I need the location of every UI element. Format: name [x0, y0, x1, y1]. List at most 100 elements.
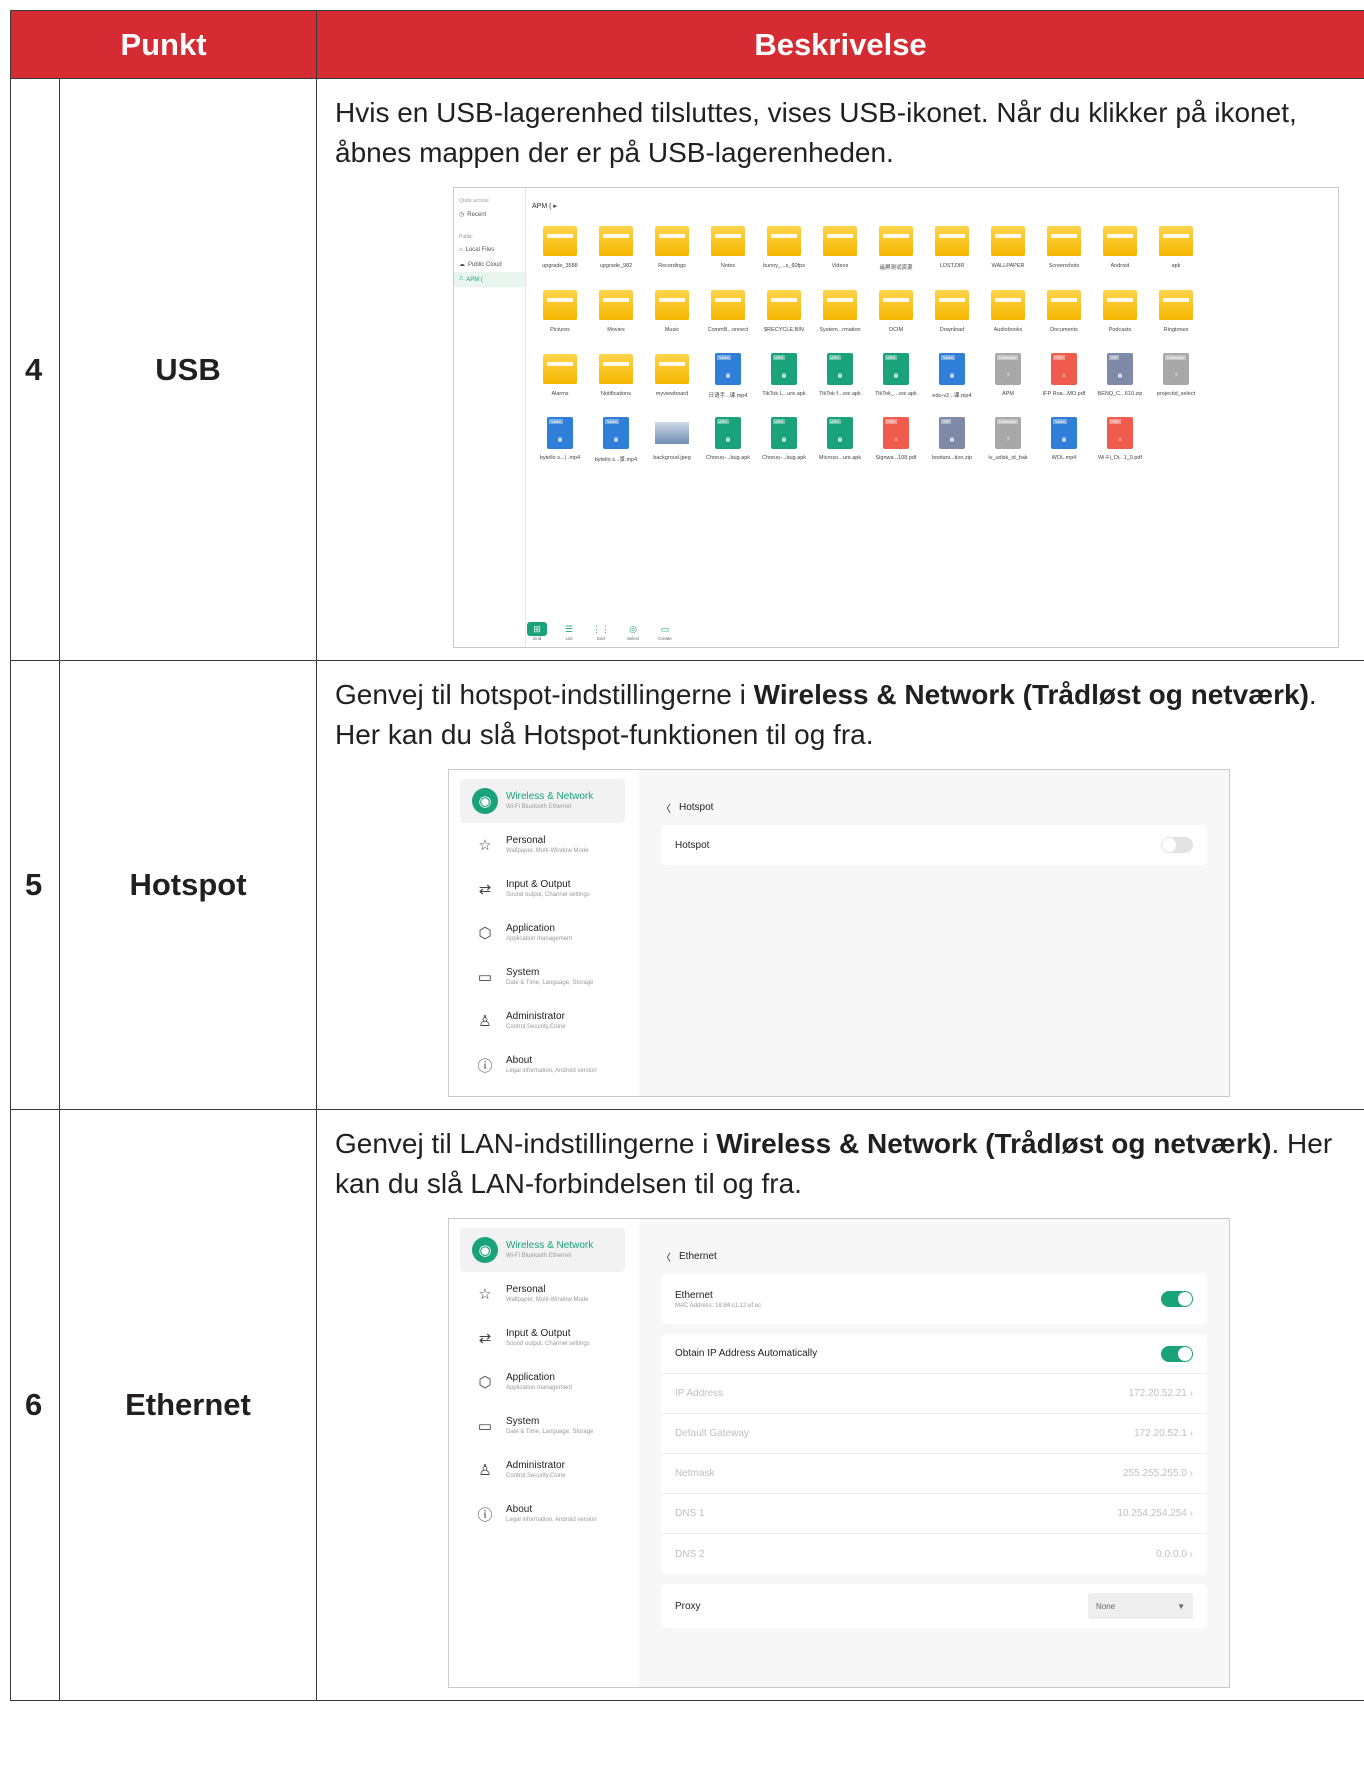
- sidebar-item-wireless-network[interactable]: ◉ Wireless & Network Wi-Fi Bluetooth Ether…: [460, 1228, 625, 1272]
- file-item[interactable]: Unknown? projectid_select: [1148, 352, 1204, 406]
- sidebar-item-personal[interactable]: ☆ Personal Wallpaper, Multi-Window Mode: [460, 823, 625, 867]
- file-item[interactable]: CommB...onnect: [700, 288, 756, 342]
- breadcrumb[interactable]: APM ( ▸: [526, 202, 1338, 224]
- file-item[interactable]: Video ▦ bytello s...) .mp4: [532, 416, 588, 470]
- sidebar-item-administrator[interactable]: ♙ Administrator Control,Security,Clone: [460, 1448, 625, 1492]
- file-item[interactable]: APK ▦ Choruo-...bug.apk: [700, 416, 756, 470]
- file-item[interactable]: upgrade_3588: [532, 224, 588, 278]
- file-item[interactable]: Music: [644, 288, 700, 342]
- file-item[interactable]: ZIP ▦ bootani...tion.zip: [924, 416, 980, 470]
- toolbar-select-button[interactable]: ◎ Select: [622, 622, 644, 642]
- file-item[interactable]: System...rmation: [812, 288, 868, 342]
- select-icon: ◎: [629, 623, 637, 634]
- sidebar-item-about[interactable]: ⓘ About Legal information, Android version: [460, 1492, 625, 1536]
- file-item[interactable]: WALLPAPER: [980, 224, 1036, 278]
- file-item[interactable]: LOST.DIR: [924, 224, 980, 278]
- sidebar-text: Administrator Control,Security,Clone: [506, 1010, 566, 1032]
- file-item[interactable]: 遥屏测试资源: [868, 224, 924, 278]
- file-label: TikTok L...ure.apk: [762, 391, 806, 397]
- file-item[interactable]: APK ▦ Choruo-...bug.apk: [756, 416, 812, 470]
- row-name: USB: [59, 78, 317, 661]
- file-item[interactable]: myviewboard: [644, 352, 700, 406]
- file-item[interactable]: Pictures: [532, 288, 588, 342]
- back-header[interactable]: 〈 Hotspot: [661, 790, 1207, 825]
- toolbar-grid-button[interactable]: ⊞ Grid: [526, 622, 548, 641]
- sidebar-item-recent[interactable]: ◷ Recent: [454, 207, 525, 222]
- ethernet-toggle[interactable]: [1161, 1291, 1193, 1307]
- file-item[interactable]: Alarms: [532, 352, 588, 406]
- file-item[interactable]: Video ▦ bytello s...景.mp4: [588, 416, 644, 470]
- hotspot-row: Hotspot: [661, 825, 1207, 865]
- file-item[interactable]: Unknown? lv_udisk_id_bak: [980, 416, 1036, 470]
- file-item[interactable]: Audiobooks: [980, 288, 1036, 342]
- file-item[interactable]: Podcasts: [1092, 288, 1148, 342]
- row-description: Genvej til hotspot-indstillingerne i Wir…: [316, 660, 1364, 1110]
- file-item[interactable]: $RECYCLE.BIN: [756, 288, 812, 342]
- file-item[interactable]: Android: [1092, 224, 1148, 278]
- settings-main: 〈 Hotspot Hotspot: [639, 770, 1229, 1096]
- file-item[interactable]: Movies: [588, 288, 644, 342]
- back-header[interactable]: 〈 Ethernet: [661, 1239, 1207, 1274]
- ip-field-row[interactable]: Netmask 255.255.255.0 ›: [661, 1454, 1207, 1494]
- file-item[interactable]: upgrade_982: [588, 224, 644, 278]
- file-item[interactable]: DCIM: [868, 288, 924, 342]
- sidebar-item-public-cloud[interactable]: ☁ Public Cloud: [454, 257, 525, 272]
- sidebar-item-system[interactable]: ▭ System Date & Time, Language, Storage: [460, 1404, 625, 1448]
- file-item[interactable]: Screenshots: [1036, 224, 1092, 278]
- hotspot-toggle[interactable]: [1161, 837, 1193, 853]
- file-label: Choruo-...bug.apk: [705, 455, 751, 461]
- sidebar-item-about[interactable]: ⓘ About Legal information, Android version: [460, 1043, 625, 1087]
- file-item[interactable]: apk: [1148, 224, 1204, 278]
- file-item[interactable]: ZIP ▦ BENQ_C...610.zip: [1092, 352, 1148, 406]
- proxy-select[interactable]: None ▼: [1088, 1593, 1193, 1619]
- file-label: Podcasts: [1108, 327, 1132, 333]
- sidebar-text: Wireless & Network Wi-Fi Bluetooth Ethern…: [506, 1239, 593, 1261]
- sidebar-item-subtitle: Wi-Fi Bluetooth Ethernet: [506, 1253, 572, 1259]
- sidebar-item-wireless-network[interactable]: ◉ Wireless & Network Wi-Fi Bluetooth Ether…: [460, 779, 625, 823]
- folder-icon: [1159, 290, 1193, 320]
- file-item[interactable]: Unknown? APM: [980, 352, 1036, 406]
- file-item[interactable]: PDF ⅄ Wi-Fi_Di...1_0.pdf: [1092, 416, 1148, 470]
- sidebar-item-title: Input & Output: [506, 879, 571, 890]
- file-item[interactable]: bunny_...s_60fps: [756, 224, 812, 278]
- file-item[interactable]: APK ▦ Microso...ure.apk: [812, 416, 868, 470]
- file-item[interactable]: PDF ⅄ Signwa...108.pdf: [868, 416, 924, 470]
- arrows-icon: ⇄: [478, 881, 492, 898]
- toolbar-sort-button[interactable]: ⋮⋮ Sort: [590, 622, 612, 642]
- ip-field-row[interactable]: Default Gateway 172.20.52.1 ›: [661, 1414, 1207, 1454]
- file-item[interactable]: PDF ⅄ IFP Roa...MO.pdf: [1036, 352, 1092, 406]
- file-item[interactable]: Video ▦ 日语手...课.mp4: [700, 352, 756, 406]
- file-item[interactable]: Notifications: [588, 352, 644, 406]
- row-number: 5: [10, 660, 60, 1110]
- file-item[interactable]: Video ▦ WOL.mp4: [1036, 416, 1092, 470]
- sidebar-item-system[interactable]: ▭ System Date & Time, Language, Storage: [460, 955, 625, 999]
- toolbar-list-button[interactable]: ☰ List: [558, 622, 580, 642]
- file-item[interactable]: backgroud.jpeg: [644, 416, 700, 470]
- sidebar-item-personal[interactable]: ☆ Personal Wallpaper, Multi-Window Mode: [460, 1272, 625, 1316]
- ip-field-row[interactable]: DNS 1 10.254.254.254 ›: [661, 1494, 1207, 1534]
- sidebar-item-administrator[interactable]: ♙ Administrator Control,Security,Clone: [460, 999, 625, 1043]
- toolbar-create-button[interactable]: ▭ Create: [654, 622, 676, 642]
- file-item[interactable]: Download: [924, 288, 980, 342]
- file-item[interactable]: APK ▦ TikTok_...ure.apk: [868, 352, 924, 406]
- file-item[interactable]: Videos: [812, 224, 868, 278]
- file-item[interactable]: Recordings: [644, 224, 700, 278]
- sidebar-item-local-files[interactable]: ⌂ Local Files: [454, 243, 525, 257]
- sidebar-item-input-output[interactable]: ⇄ Input & Output Sound output, Channel set…: [460, 867, 625, 911]
- file-item[interactable]: Ringtones: [1148, 288, 1204, 342]
- auto-ip-toggle[interactable]: [1161, 1345, 1193, 1362]
- file-item[interactable]: Documents: [1036, 288, 1092, 342]
- file-item[interactable]: Notes: [700, 224, 756, 278]
- file-item[interactable]: APK ▦ TikTok L...ure.apk: [756, 352, 812, 406]
- field-value: 172.20.52.1: [1134, 1428, 1187, 1439]
- ip-field-row[interactable]: DNS 2 0.0.0.0 ›: [661, 1534, 1207, 1574]
- sidebar-item-input-output[interactable]: ⇄ Input & Output Sound output, Channel set…: [460, 1316, 625, 1360]
- file-item[interactable]: APK ▦ TikTok f...ure.apk: [812, 352, 868, 406]
- sidebar-item-apm[interactable]: ⎍ APM (: [454, 272, 525, 287]
- sidebar-item-application[interactable]: ⬡ Application Application management: [460, 1360, 625, 1404]
- file-item[interactable]: Video ▦ edu-v2...课.mp4: [924, 352, 980, 406]
- folder-icon: [543, 290, 577, 320]
- sidebar-item-application[interactable]: ⬡ Application Application management: [460, 911, 625, 955]
- settings-sidebar: ◉ Wireless & Network Wi-Fi Bluetooth Ether…: [449, 770, 639, 1096]
- ip-field-row[interactable]: IP Address 172.20.52.21 ›: [661, 1374, 1207, 1414]
